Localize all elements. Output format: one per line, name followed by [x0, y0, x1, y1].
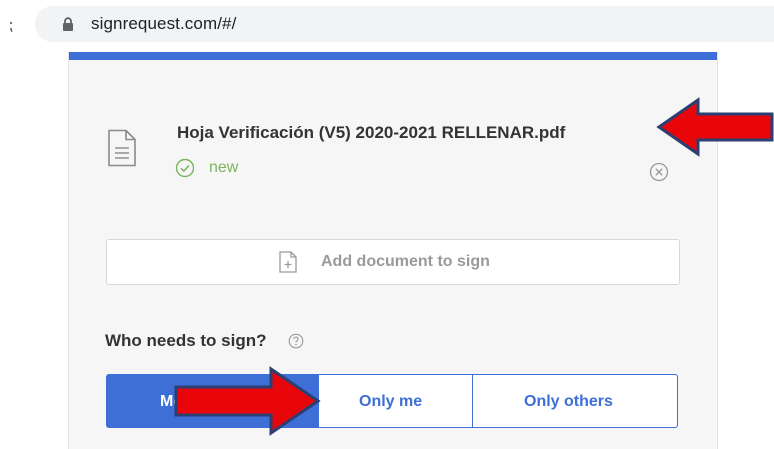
address-bar[interactable]: signrequest.com/#/ [35, 6, 774, 42]
toolbar-edge-glyph: ⁏ [8, 15, 14, 34]
file-plus-icon [279, 251, 297, 273]
close-circle-icon[interactable] [649, 162, 669, 182]
annotation-arrow-left [656, 97, 774, 157]
add-document-label: Add document to sign [321, 253, 490, 270]
option-only-me[interactable]: Only me [319, 374, 473, 428]
option-label: Only me [359, 393, 423, 410]
document-filename: Hoja Verificación (V5) 2020-2021 RELLENA… [177, 123, 566, 142]
upload-panel: Hoja Verificación (V5) 2020-2021 RELLENA… [68, 52, 718, 449]
signers-question: Who needs to sign? [105, 331, 267, 350]
status-label: new [209, 159, 239, 176]
add-document-button[interactable]: Add document to sign [106, 239, 680, 285]
question-circle-icon[interactable] [288, 333, 304, 349]
annotation-arrow-right [174, 366, 321, 436]
option-only-others[interactable]: Only others [472, 374, 678, 428]
url-text[interactable]: signrequest.com/#/ [91, 14, 236, 34]
browser-toolbar: ⁏ signrequest.com/#/ [0, 0, 774, 50]
check-circle-icon [175, 158, 195, 178]
document-icon [108, 129, 136, 167]
option-label: Only others [524, 393, 613, 410]
panel-accent-bar [69, 52, 717, 60]
lock-icon [63, 17, 73, 31]
